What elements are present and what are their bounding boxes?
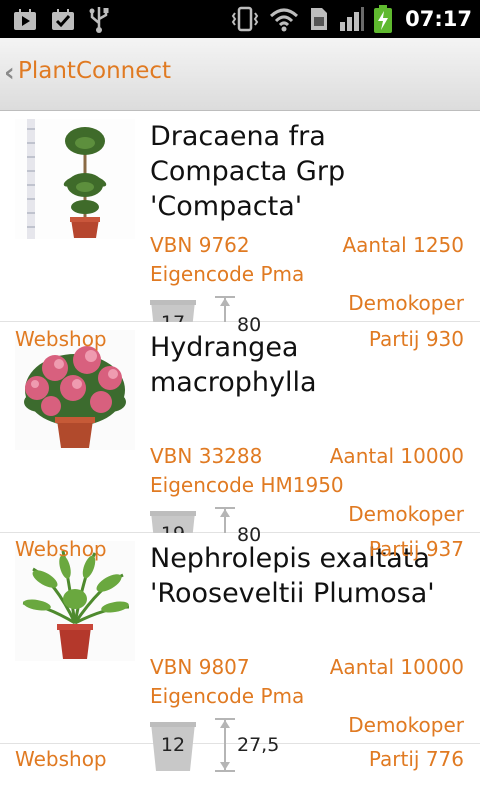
quantity: Aantal 10000 [329, 444, 464, 468]
product-name: Dracaena fra Compacta Grp 'Compacta' [150, 121, 346, 222]
webshop-link[interactable]: Webshop [15, 747, 107, 771]
back-chevron-icon[interactable]: ‹ [4, 60, 18, 86]
buyer: Demokoper [348, 502, 464, 526]
own-code: Eigencode Pma [150, 262, 305, 286]
list-item[interactable]: Nephrolepis exaltata 'Rooseveltii Plumos… [0, 533, 480, 772]
plant-height: 80 [237, 314, 262, 336]
own-code: Eigencode Pma [150, 684, 305, 708]
pot-size-icon: 12 [150, 722, 196, 772]
app-title[interactable]: PlantConnect [18, 58, 171, 84]
own-code: Eigencode HM1950 [150, 473, 344, 497]
vibrate-icon [231, 6, 259, 32]
batch-number: Partij 930 [368, 327, 464, 351]
vbn-code: VBN 33288 [150, 444, 263, 468]
webshop-link[interactable]: Webshop [15, 537, 107, 561]
pot-size: 12 [160, 734, 186, 756]
batch-number: Partij 937 [368, 537, 464, 561]
quantity: Aantal 1250 [342, 233, 464, 257]
list-item[interactable]: Dracaena fra Compacta Grp 'Compacta' VBN… [0, 111, 480, 350]
status-bar: 07:17 [0, 0, 480, 38]
quantity: Aantal 10000 [329, 655, 464, 679]
plant-height: 80 [237, 524, 262, 546]
plant-height: 27,5 [237, 734, 280, 756]
vbn-code: VBN 9807 [150, 655, 250, 679]
clock: 07:17 [405, 7, 472, 31]
play-store-icon [14, 9, 36, 30]
product-list[interactable]: Dracaena fra Compacta Grp 'Compacta' VBN… [0, 111, 480, 772]
list-item[interactable]: Hydrangea macrophylla VBN 33288 Aantal 1… [0, 322, 480, 561]
vbn-code: VBN 9762 [150, 233, 250, 257]
usb-icon [89, 7, 109, 33]
buyer: Demokoper [348, 291, 464, 315]
battery-charging-icon [374, 5, 393, 33]
sim-card-icon [311, 8, 328, 30]
batch-number: Partij 776 [368, 747, 464, 771]
webshop-link[interactable]: Webshop [15, 327, 107, 351]
signal-strength-icon [340, 7, 365, 31]
buyer: Demokoper [348, 713, 464, 737]
wifi-icon [270, 8, 299, 32]
action-bar: ‹ PlantConnect [0, 38, 480, 111]
product-image-dracaena [15, 119, 135, 239]
task-done-icon [52, 9, 74, 30]
height-ruler-icon [213, 717, 237, 773]
